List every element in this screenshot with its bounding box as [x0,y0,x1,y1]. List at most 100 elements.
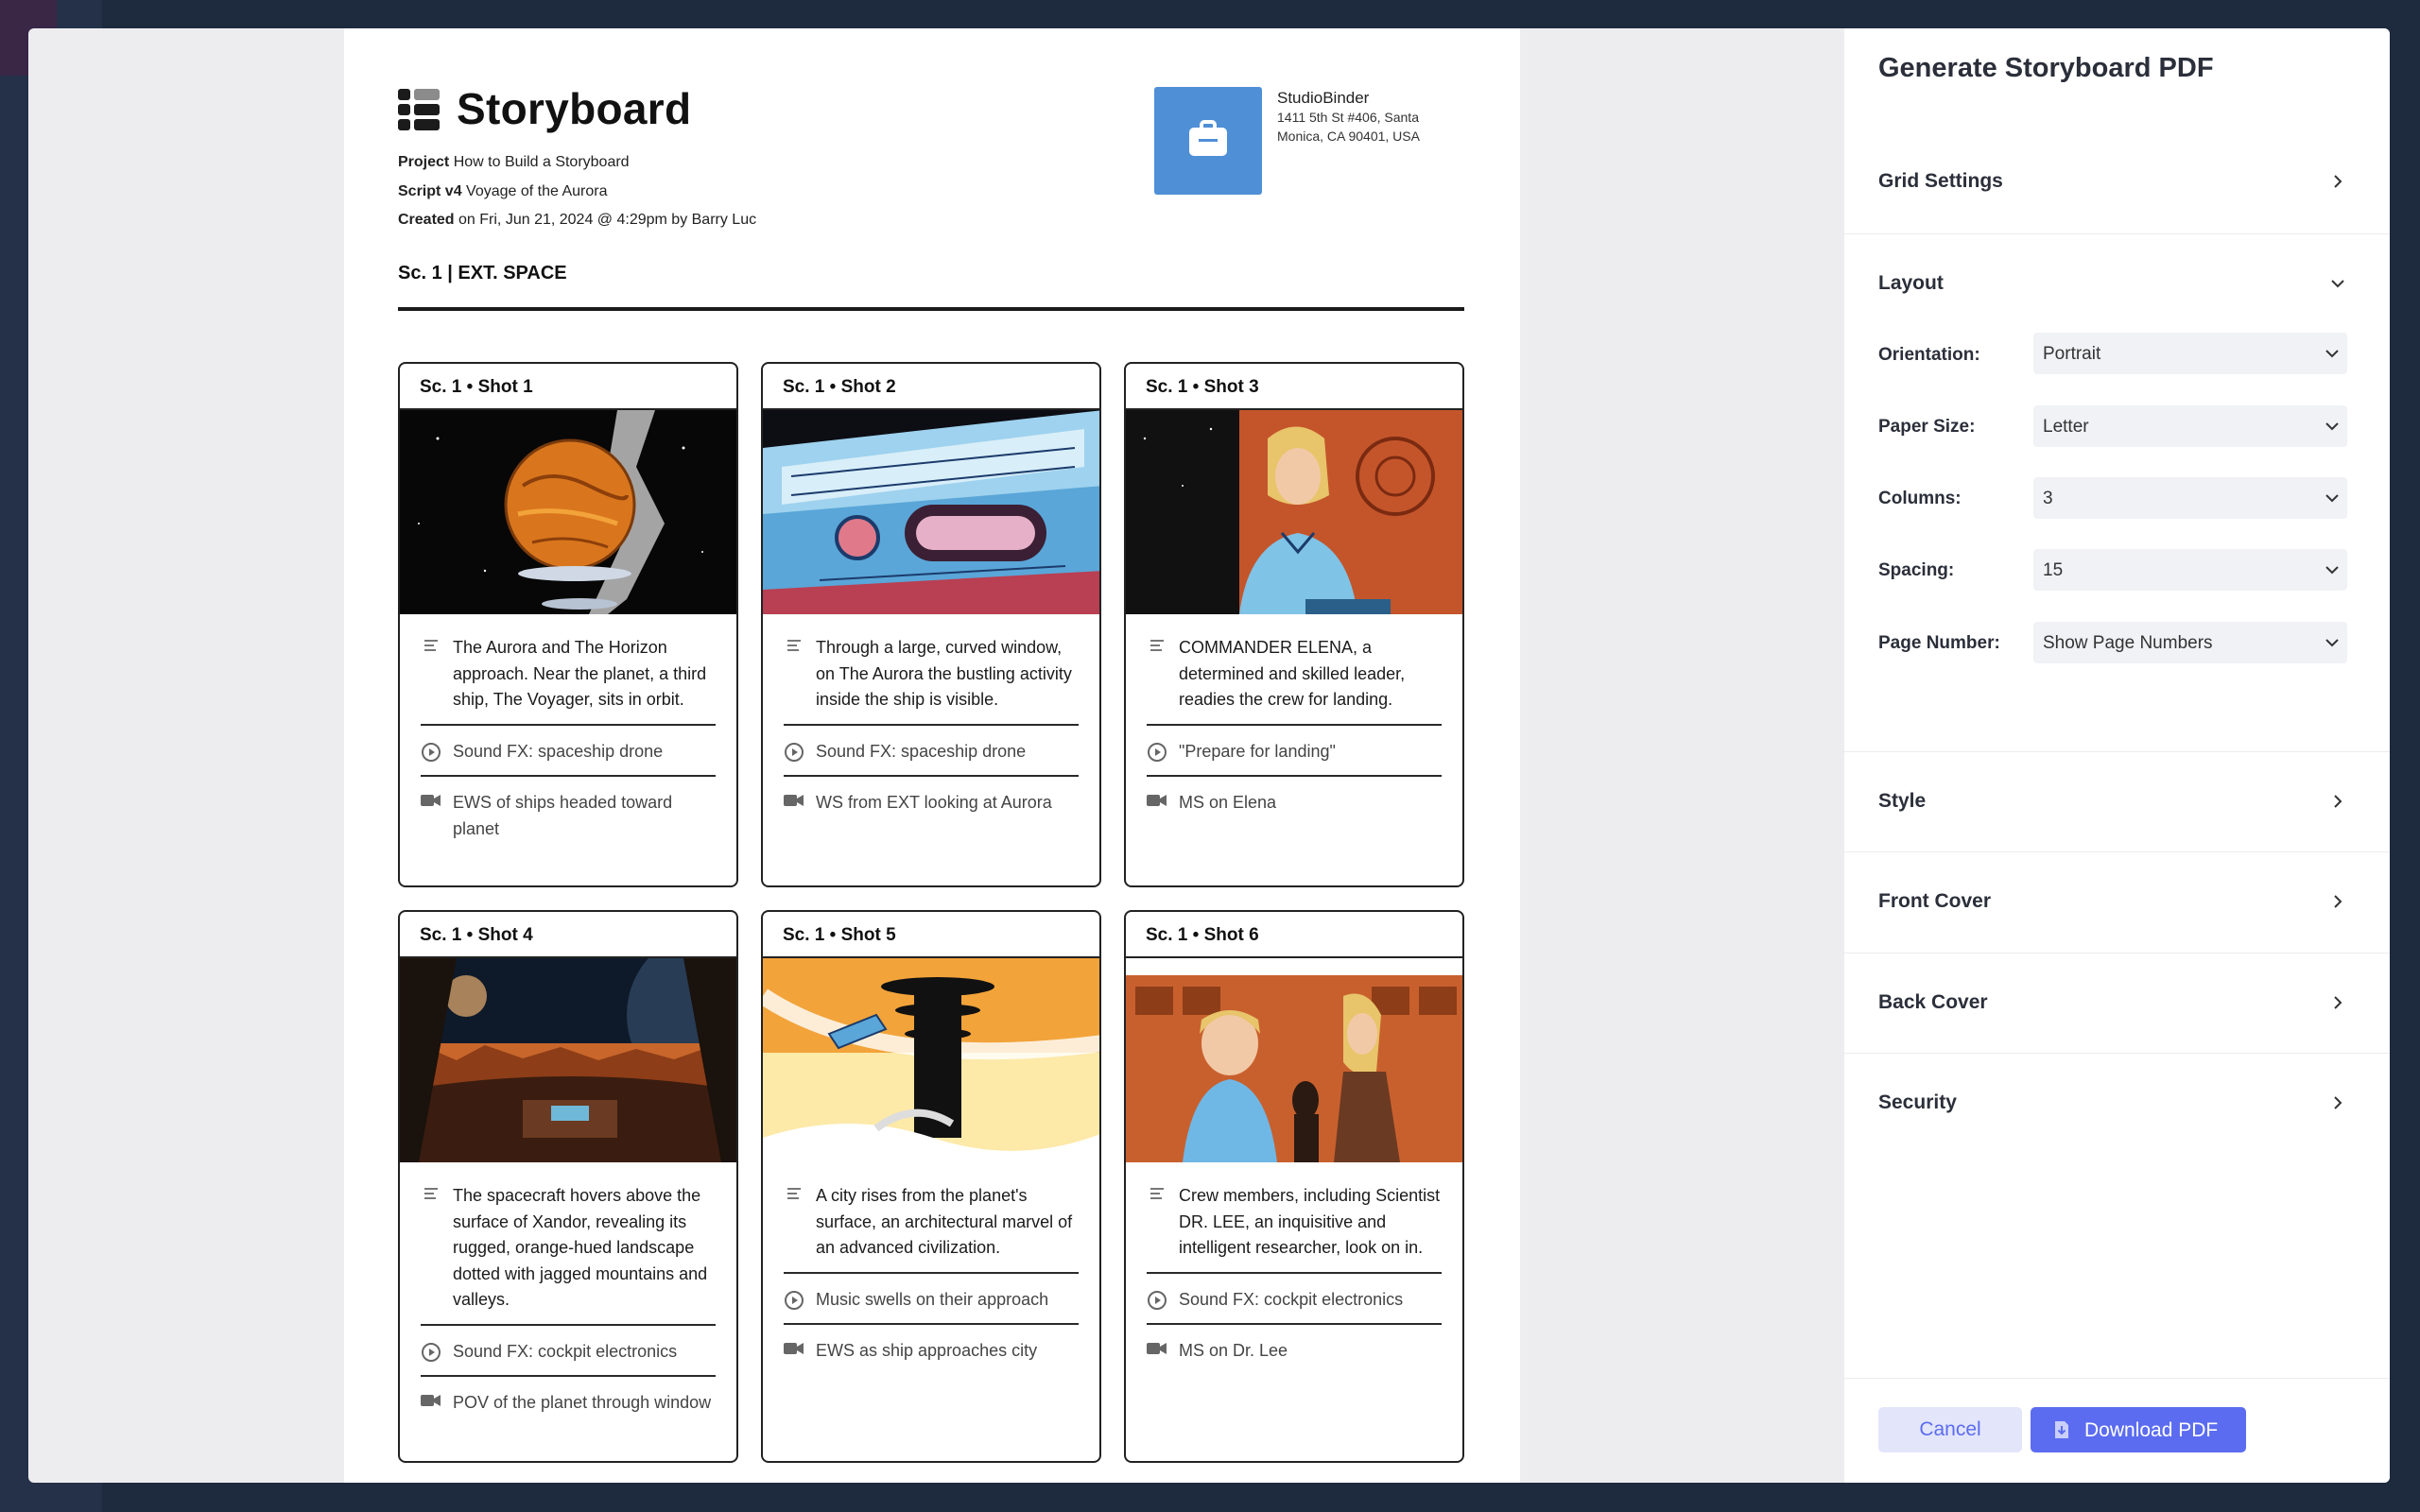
audio-play-icon [784,742,804,762]
shot-audio: "Prepare for landing" [1147,723,1442,776]
spacing-select[interactable]: 15 [2033,549,2347,591]
audio-play-icon [784,1290,804,1310]
section-security-label: Security [1878,1091,1957,1113]
shot-card[interactable]: Sc. 1 • Shot 5 A city rises from the pla… [761,910,1101,1463]
scene-divider [398,307,1464,311]
briefcase-icon [1189,128,1227,156]
spacing-value: 15 [2043,560,2064,580]
shot-audio: Music swells on their approach [784,1271,1079,1324]
columns-select[interactable]: 3 [2033,477,2347,519]
paper-size-value: Letter [2043,417,2089,437]
generate-pdf-modal: Storyboard Project How to Build a Storyb… [28,28,2390,1483]
company-address: 1411 5th St #406, Santa Monica, CA 90401… [1277,110,1420,144]
shot-description: Through a large, curved window, on The A… [784,627,1079,724]
shot-audio: Sound FX: cockpit electronics [1147,1271,1442,1324]
section-grid-settings[interactable]: Grid Settings [1844,132,2390,234]
shot-camera: EWS as ship approaches city [784,1323,1079,1375]
description-icon [784,639,804,652]
shot-audio: Sound FX: spaceship drone [784,723,1079,776]
shot-image [763,410,1099,614]
section-front-cover[interactable]: Front Cover [1844,852,2390,954]
page-number-label: Page Number: [1878,633,2000,653]
shot-card[interactable]: Sc. 1 • Shot 1 The Aurora and The Horizo… [398,362,738,887]
camera-icon [421,1394,441,1407]
chevron-down-icon[interactable] [2330,278,2345,289]
audio-play-icon [1147,1290,1167,1310]
audio-play-icon [1147,742,1167,762]
shot-description: A city rises from the planet's surface, … [784,1176,1079,1272]
section-layout: Layout Orientation: Portrait Paper Size:… [1844,234,2390,752]
cancel-button[interactable]: Cancel [1878,1407,2022,1452]
chevron-right-icon [2334,1096,2342,1109]
section-style[interactable]: Style [1844,752,2390,852]
orientation-label: Orientation: [1878,345,1980,365]
download-pdf-button[interactable]: Download PDF [2031,1407,2246,1452]
description-icon [1147,639,1167,652]
storyboard-preview-page: Storyboard Project How to Build a Storyb… [344,28,1520,1483]
shot-header: Sc. 1 • Shot 4 [400,912,736,958]
description-icon [421,639,441,652]
company-logo [1154,87,1262,195]
shot-card[interactable]: Sc. 1 • Shot 3 COMMANDER ELENA, a determ… [1124,362,1464,887]
paper-size-select[interactable]: Letter [2033,405,2347,447]
camera-icon [421,794,441,807]
section-grid-settings-label: Grid Settings [1878,170,2003,192]
page-number-select[interactable]: Show Page Numbers [2033,622,2347,663]
project-value: How to Build a Storyboard [453,154,630,170]
shot-header: Sc. 1 • Shot 3 [1126,364,1462,410]
orientation-value: Portrait [2043,344,2101,364]
grid-logo-icon [398,89,440,130]
description-icon [421,1187,441,1200]
scene-heading: Sc. 1 | EXT. SPACE [398,263,567,284]
camera-icon [1147,1342,1167,1355]
shot-image [1126,958,1462,1162]
shot-description: Crew members, including Scientist DR. LE… [1147,1176,1442,1272]
camera-icon [784,794,804,807]
shot-description: COMMANDER ELENA, a determined and skille… [1147,627,1442,724]
shot-audio: Sound FX: spaceship drone [421,723,716,776]
section-front-cover-label: Front Cover [1878,890,1992,912]
chevron-down-icon [2325,350,2339,358]
created-label: Created [398,212,455,228]
project-line: Project How to Build a Storyboard [398,154,630,171]
chevron-right-icon [2334,996,2342,1009]
created-line: Created on Fri, Jun 21, 2024 @ 4:29pm by… [398,212,756,229]
shot-header: Sc. 1 • Shot 2 [763,364,1099,410]
orientation-select[interactable]: Portrait [2033,333,2347,374]
chevron-down-icon [2325,566,2339,575]
script-label: Script v4 [398,183,462,199]
script-value: Voyage of the Aurora [466,183,608,199]
chevron-down-icon [2325,494,2339,503]
section-back-cover-label: Back Cover [1878,991,1988,1013]
shot-description: The spacecraft hovers above the surface … [421,1176,716,1324]
spacing-label: Spacing: [1878,560,1955,580]
panel-footer: Cancel Download PDF [1844,1378,2390,1483]
settings-panel: Generate Storyboard PDF Grid Settings La… [1844,28,2390,1483]
chevron-right-icon [2334,175,2342,188]
chevron-right-icon [2334,895,2342,908]
shot-image [763,958,1099,1162]
shot-header: Sc. 1 • Shot 6 [1126,912,1462,958]
shot-camera: EWS of ships headed toward planet [421,775,716,852]
shot-image [1126,410,1462,614]
section-security[interactable]: Security [1844,1054,2390,1154]
shot-card[interactable]: Sc. 1 • Shot 4 The spacecraft hovers abo… [398,910,738,1463]
chevron-down-icon [2325,639,2339,647]
shot-camera: MS on Elena [1147,775,1442,827]
shot-camera: POV of the planet through window [421,1375,716,1427]
shot-card[interactable]: Sc. 1 • Shot 2 Through a large, curved w… [761,362,1101,887]
shot-card[interactable]: Sc. 1 • Shot 6 Crew members, including S… [1124,910,1464,1463]
shot-audio: Sound FX: cockpit electronics [421,1323,716,1376]
columns-label: Columns: [1878,489,1962,508]
created-value: on Fri, Jun 21, 2024 @ 4:29pm by Barry L… [458,212,757,228]
company-name: StudioBinder [1277,89,1370,107]
shot-header: Sc. 1 • Shot 1 [400,364,736,410]
section-back-cover[interactable]: Back Cover [1844,954,2390,1054]
document-title: Storyboard [457,84,692,133]
audio-play-icon [421,1342,441,1362]
section-layout-label: Layout [1878,272,1944,294]
shot-description: The Aurora and The Horizon approach. Nea… [421,627,716,724]
shot-header: Sc. 1 • Shot 5 [763,912,1099,958]
columns-value: 3 [2043,489,2053,508]
shot-image [400,958,736,1162]
